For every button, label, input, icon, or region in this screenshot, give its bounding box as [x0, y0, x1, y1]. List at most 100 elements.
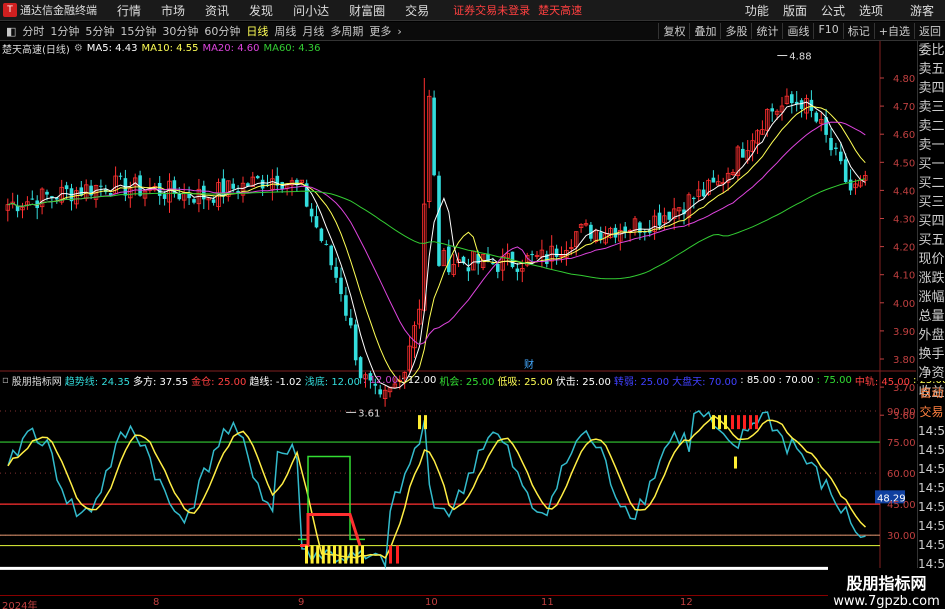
- side-quote-item[interactable]: 卖三: [918, 98, 945, 117]
- side-quote-item[interactable]: 买三: [918, 193, 945, 212]
- candle-body: [211, 199, 216, 203]
- ma5-label: MA5: 4.43: [86, 43, 138, 54]
- period-60min[interactable]: 60分钟: [204, 23, 240, 39]
- period-15min[interactable]: 15分钟: [120, 23, 156, 39]
- x-label-year: 2024年: [2, 601, 38, 609]
- signal-bar: [734, 456, 737, 469]
- trend-line: [7, 410, 866, 570]
- side-trade-item[interactable]: 14:56: [918, 422, 945, 441]
- signal-bar: [327, 545, 331, 564]
- side-quote-item[interactable]: 卖五: [918, 60, 945, 79]
- candle-body: [35, 200, 39, 209]
- indicator-toggle-icon[interactable]: ▫: [2, 375, 9, 386]
- side-trade-item[interactable]: 14:56: [918, 479, 945, 498]
- menu-layout[interactable]: 版面: [783, 2, 807, 19]
- btn-mark[interactable]: 标记: [842, 23, 874, 39]
- candle-body: [834, 147, 838, 149]
- menu-function[interactable]: 功能: [745, 2, 769, 19]
- menu-discover[interactable]: 发现: [249, 2, 273, 19]
- side-quote-item[interactable]: 卖一: [918, 136, 945, 155]
- menu-formula[interactable]: 公式: [821, 2, 845, 19]
- candle-body: [104, 189, 108, 193]
- side-trade-item[interactable]: 14:56: [918, 517, 945, 536]
- btn-adjust[interactable]: 复权: [658, 23, 689, 39]
- menu-news[interactable]: 资讯: [205, 2, 229, 19]
- ma-line: [7, 178, 866, 280]
- signal-bar: [396, 545, 399, 564]
- side-quote-item[interactable]: 净资: [918, 364, 945, 383]
- side-quote-item[interactable]: 外盘: [918, 326, 945, 345]
- candle-body: [167, 180, 172, 203]
- collapse-icon[interactable]: ◧: [6, 25, 16, 38]
- stock-name: 楚天高速: [538, 4, 583, 17]
- side-trade-item[interactable]: 交易: [918, 403, 945, 422]
- menu-trade[interactable]: 交易: [405, 2, 429, 19]
- menu-market[interactable]: 市场: [161, 2, 185, 19]
- chevron-right-icon[interactable]: ›: [397, 25, 401, 38]
- ind-tick-label: 90.00: [887, 407, 916, 418]
- period-multi[interactable]: 多周期: [330, 23, 363, 39]
- candle-body: [231, 183, 235, 189]
- login-status[interactable]: 证券交易未登录: [453, 2, 530, 18]
- btn-f10[interactable]: F10: [813, 23, 842, 39]
- settings-icon[interactable]: ⚙: [74, 43, 83, 54]
- period-30min[interactable]: 30分钟: [162, 23, 198, 39]
- green-step: [298, 455, 365, 541]
- top-signal-bar: [724, 415, 727, 430]
- side-quote-item[interactable]: 涨幅: [918, 288, 945, 307]
- signal-bar: [310, 545, 314, 564]
- indicator-field: 转弱: 25.00: [613, 376, 670, 388]
- btn-draw[interactable]: 画线: [782, 23, 813, 39]
- candle-body: [716, 181, 721, 186]
- menu-options[interactable]: 选项: [859, 2, 883, 19]
- candle-body: [682, 209, 686, 215]
- side-quote-item[interactable]: 现价: [918, 250, 945, 269]
- candle-body: [848, 179, 853, 191]
- btn-add-watch[interactable]: +自选: [873, 23, 914, 39]
- period-1min[interactable]: 1分钟: [50, 23, 79, 39]
- side-quote-item[interactable]: 卖四: [918, 79, 945, 98]
- side-quote-item[interactable]: 卖二: [918, 117, 945, 136]
- candle-body: [202, 185, 206, 200]
- period-daily[interactable]: 日线: [246, 23, 268, 39]
- candle-body: [89, 185, 93, 196]
- side-quote-item[interactable]: 换手: [918, 345, 945, 364]
- candle-body: [128, 188, 133, 199]
- candle-body: [608, 228, 613, 238]
- side-quote-item[interactable]: 买二: [918, 174, 945, 193]
- btn-overlay[interactable]: 叠加: [689, 23, 720, 39]
- period-more[interactable]: 更多: [369, 23, 391, 39]
- side-trade-item[interactable]: 14:56: [918, 536, 945, 555]
- side-quote-item[interactable]: 买一: [918, 155, 945, 174]
- candle-body: [730, 171, 736, 175]
- period-weekly[interactable]: 周线: [274, 23, 296, 39]
- side-trade-item[interactable]: 14:56: [918, 460, 945, 479]
- btn-stats[interactable]: 统计: [751, 23, 782, 39]
- candle-body: [456, 259, 461, 264]
- x-axis: 2024年 8 9 10 11 12: [0, 595, 830, 609]
- price-tick-label: 3.60: [893, 411, 915, 422]
- side-quote-item[interactable]: 买四: [918, 212, 945, 231]
- side-trade-item[interactable]: 自动: [918, 384, 945, 403]
- candle-body: [206, 197, 211, 201]
- side-quote-item[interactable]: 委比: [918, 41, 945, 60]
- btn-back[interactable]: 返回: [914, 23, 945, 39]
- menu-wealth[interactable]: 财富圈: [349, 2, 385, 19]
- app-logo-icon: T: [3, 3, 17, 17]
- indicator-name[interactable]: 股朋指标网: [12, 373, 62, 388]
- side-quote-item[interactable]: 涨跌: [918, 269, 945, 288]
- axis-labels-layer: 4.80 4.70 4.60 4.50 4.40 4.30 4.20 4.10 4.00 3.90…: [346, 52, 916, 542]
- menu-guest[interactable]: 游客: [910, 2, 934, 19]
- candle-body: [686, 194, 692, 218]
- side-quote-item[interactable]: 买五: [918, 231, 945, 250]
- menu-quotes[interactable]: 行情: [117, 2, 141, 19]
- side-trade-item[interactable]: 14:56: [918, 498, 945, 517]
- side-trade-item[interactable]: 14:56: [918, 441, 945, 460]
- side-quote-item[interactable]: 总量: [918, 307, 945, 326]
- btn-multi-stock[interactable]: 多股: [720, 23, 751, 39]
- period-5min[interactable]: 5分钟: [85, 23, 114, 39]
- candle-body: [20, 206, 25, 211]
- period-intraday[interactable]: 分时: [22, 23, 44, 39]
- menu-ask[interactable]: 问小达: [293, 2, 329, 19]
- period-monthly[interactable]: 月线: [302, 23, 324, 39]
